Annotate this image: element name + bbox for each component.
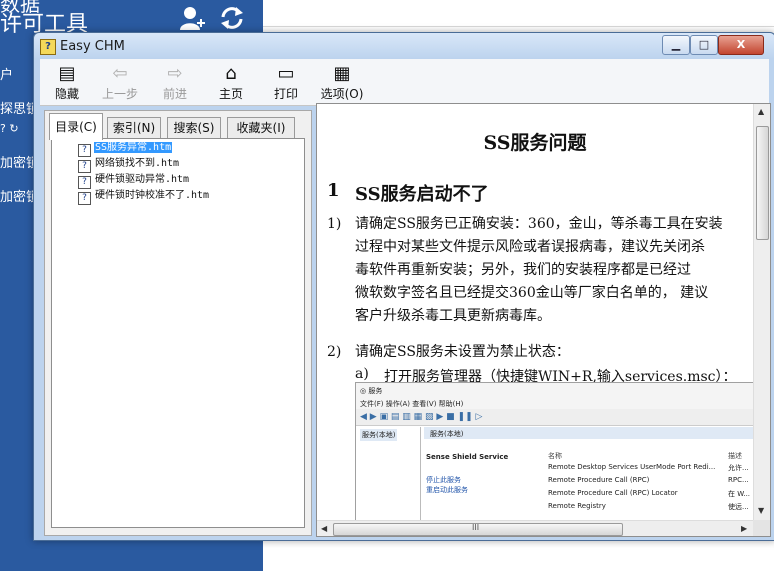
home-label: 主页	[218, 87, 243, 101]
tree-item-label: 硬件锁时钟校准不了.htm	[95, 190, 210, 201]
paragraph-text: 请确定SS服务未设置为禁止状态：	[355, 344, 570, 360]
section-number: 1	[327, 180, 340, 201]
document-title: SS服务问题	[483, 132, 587, 154]
forward-arrow-icon: ⇨	[167, 63, 183, 84]
scrollbar-corner	[753, 520, 770, 536]
navigation-tabs: 目录(C) 索引(N) 搜索(S) 收藏夹(I)	[49, 113, 309, 140]
vertical-scrollbar[interactable]: ▲ ▼	[753, 104, 770, 520]
shot-link: 停止此服务	[426, 476, 461, 484]
background-divider	[263, 26, 774, 27]
document-view: SS服务问题 1 SS服务启动不了 1) 请确定SS服务已正确安装：360，金山…	[317, 104, 753, 520]
shot-row-name: Remote Registry	[548, 502, 606, 510]
subitem-number: a)	[355, 366, 369, 382]
shot-title: ◎ 服务	[360, 387, 383, 395]
shot-tree-item: 服务(本地)	[360, 429, 398, 441]
toolbar: ▤ 隐藏 ⇦ 上一步 ⇨ 前进 ⌂ 主页 ▭ 打印 ▦ 选项(O)	[40, 59, 769, 106]
paragraph-number: 2)	[327, 344, 342, 360]
back-label: 上一步	[101, 87, 138, 101]
shot-row-name: Remote Procedure Call (RPC) Locator	[548, 489, 678, 497]
shot-row-name: Remote Procedure Call (RPC)	[548, 476, 650, 484]
paragraph-line: 过程中对某些文件提示风险或者误报病毒，建议先关闭杀	[355, 239, 705, 255]
window-title: Easy CHM	[60, 39, 125, 54]
minimize-button[interactable]: ▁	[662, 35, 690, 55]
forward-label: 前进	[162, 87, 187, 101]
shot-titlebar	[356, 383, 753, 397]
tree-item-label: 硬件锁驱动异常.htm	[95, 174, 190, 185]
add-user-icon[interactable]	[178, 4, 206, 32]
options-icon: ▦	[333, 63, 351, 84]
close-button[interactable]: X	[718, 35, 764, 55]
shot-row-desc: 允许...	[728, 464, 749, 472]
scroll-grip: III	[472, 523, 480, 532]
paragraph-line: 微软数字签名且已经提交360金山等厂家白名单的， 建议	[355, 285, 709, 301]
shot-link: 重启动此服务	[426, 486, 468, 494]
home-icon: ⌂	[225, 63, 237, 84]
shot-menu: 文件(F) 操作(A) 查看(V) 帮助(H)	[360, 400, 464, 408]
paragraph-line: 客户升级杀毒工具更新病毒库。	[355, 308, 551, 324]
paragraph-line: 请确定SS服务已正确安装：360，金山，等杀毒工具在安装	[355, 216, 723, 232]
background-right-area	[263, 0, 774, 28]
tab-favorites[interactable]: 收藏夹(I)	[227, 117, 295, 138]
shot-row-desc: RPC...	[728, 476, 749, 484]
shot-row-name: Remote Desktop Services UserMode Port Re…	[548, 463, 716, 471]
back-arrow-icon: ⇦	[112, 63, 128, 84]
tree-item[interactable]: ? 硬件锁驱动异常.htm	[78, 172, 190, 189]
scroll-right-icon[interactable]: ▶	[741, 524, 747, 533]
scroll-up-icon[interactable]: ▲	[758, 107, 764, 116]
print-label: 打印	[273, 87, 298, 101]
print-button[interactable]: ▭ 打印	[263, 63, 309, 102]
paragraph-line: 毒软件再重新安装；另外，我们的安装程序都是已经过	[355, 262, 691, 278]
options-button[interactable]: ▦ 选项(O)	[316, 63, 368, 102]
hide-label: 隐藏	[54, 87, 79, 101]
vertical-scroll-thumb[interactable]	[756, 126, 769, 240]
navigation-pane: 目录(C) 索引(N) 搜索(S) 收藏夹(I) ? SS服务异常.htm ? 网络…	[44, 110, 312, 536]
help-page-icon: ?	[78, 192, 91, 205]
shot-column-header: 描述	[728, 452, 742, 460]
tab-contents[interactable]: 目录(C)	[49, 113, 103, 140]
paragraph-text: 请确定SS服务已正确安装：360，金山，等杀毒工具在安装 过程中对某些文件提示风…	[355, 213, 751, 328]
shot-column-header: 名称	[548, 452, 562, 460]
content-pane: SS服务问题 1 SS服务启动不了 1) 请确定SS服务已正确安装：360，金山…	[316, 103, 771, 537]
section-heading: SS服务启动不了	[355, 184, 489, 205]
shot-header-bar	[424, 427, 753, 439]
back-button[interactable]: ⇦ 上一步	[97, 63, 143, 102]
home-button[interactable]: ⌂ 主页	[208, 63, 254, 102]
background-help-refresh-icons[interactable]: ? ↻	[0, 122, 19, 135]
refresh-icon[interactable]	[218, 4, 246, 32]
horizontal-scrollbar[interactable]: ◀ III ▶	[317, 520, 753, 536]
tree-item[interactable]: ? 硬件锁时钟校准不了.htm	[78, 188, 210, 205]
shot-header: 服务(本地)	[430, 430, 464, 438]
shot-row-desc: 在 W...	[728, 490, 751, 498]
horizontal-scroll-thumb[interactable]: III	[333, 523, 623, 536]
forward-button[interactable]: ⇨ 前进	[152, 63, 198, 102]
options-label: 选项(O)	[320, 87, 364, 101]
help-file-icon: ?	[40, 39, 56, 55]
tree-item-label: SS服务异常.htm	[94, 142, 173, 153]
shot-service-name: Sense Shield Service	[426, 453, 509, 461]
easy-chm-window: ? Easy CHM ▁ □ X ▤ 隐藏 ⇦ 上一步 ⇨ 前进 ⌂ 主页 ▭ …	[33, 32, 774, 541]
scroll-down-icon[interactable]: ▼	[758, 506, 764, 515]
tree-item[interactable]: ? SS服务异常.htm	[78, 140, 173, 157]
shot-title-text: 服务	[368, 387, 383, 395]
maximize-button[interactable]: □	[690, 35, 718, 55]
hide-pane-icon: ▤	[58, 63, 76, 84]
shot-row-desc: 使远...	[728, 503, 749, 511]
tab-index[interactable]: 索引(N)	[107, 117, 161, 138]
tree-item-label: 网络锁找不到.htm	[95, 158, 180, 169]
paragraph-number: 1)	[327, 216, 342, 232]
shot-toolbar-icons: ◀ ▶ ▣ ▤ ▥ ▦ ▧ ▶ ■ ❚❚ ▷	[360, 412, 483, 422]
contents-tree: ? SS服务异常.htm ? 网络锁找不到.htm ? 硬件锁驱动异常.htm ? 硬件…	[51, 138, 305, 528]
services-screenshot-image: ◎ 服务 文件(F) 操作(A) 查看(V) 帮助(H) ◀ ▶ ▣ ▤ ▥ ▦…	[355, 382, 753, 520]
tab-search[interactable]: 搜索(S)	[167, 117, 221, 138]
tree-item[interactable]: ? 网络锁找不到.htm	[78, 156, 180, 173]
printer-icon: ▭	[277, 63, 295, 84]
scroll-left-icon[interactable]: ◀	[321, 524, 327, 533]
shot-tree: 服务(本地)	[358, 427, 421, 520]
hide-button[interactable]: ▤ 隐藏	[44, 63, 90, 102]
title-bar[interactable]: ? Easy CHM ▁ □ X	[34, 33, 774, 59]
background-sidebar-item[interactable]: 户	[0, 64, 13, 83]
